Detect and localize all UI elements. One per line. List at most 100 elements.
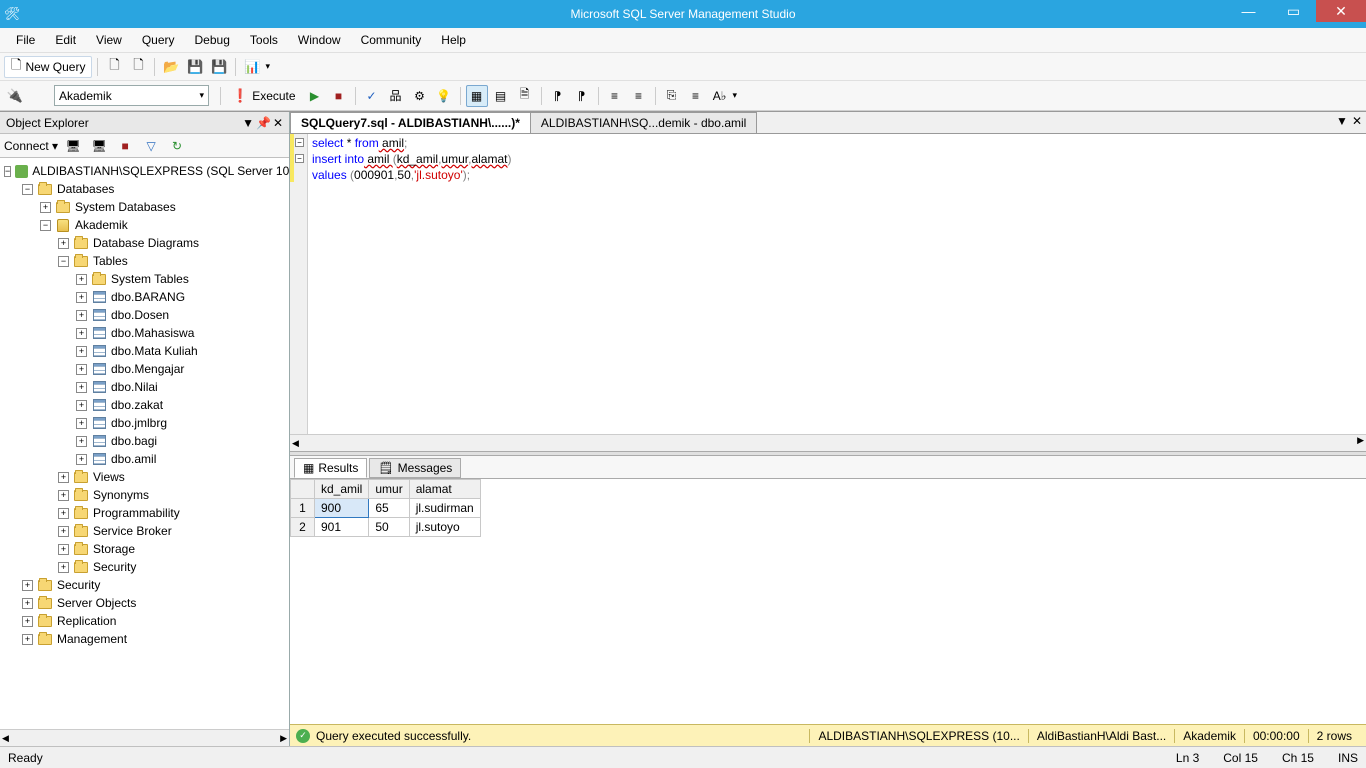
dropdown-arrow-icon[interactable]: ▾ <box>733 90 738 101</box>
tree-server-objects-node[interactable]: +Server Objects <box>0 594 289 612</box>
col-header-rownum[interactable] <box>291 480 315 499</box>
tree-tables-node[interactable]: −Tables <box>0 252 289 270</box>
object-explorer-tree[interactable]: −ALDIBASTIANH\SQLEXPRESS (SQL Server 10.… <box>0 158 289 729</box>
new-query-button[interactable]: 🗋 New Query <box>4 56 92 78</box>
menu-help[interactable]: Help <box>431 31 476 49</box>
col-header-umur[interactable]: umur <box>369 480 409 499</box>
dropdown-arrow-icon[interactable]: ▾ <box>265 61 270 72</box>
tree-table-node[interactable]: +dbo.Nilai <box>0 378 289 396</box>
oe-stop-button[interactable]: ■ <box>114 135 136 157</box>
tree-table-node[interactable]: +dbo.BARANG <box>0 288 289 306</box>
results-to-grid-button[interactable]: ▦ <box>466 85 488 107</box>
oe-refresh-button[interactable]: ↻ <box>166 135 188 157</box>
oe-filter-button[interactable]: ▽ <box>140 135 162 157</box>
tree-table-node[interactable]: +dbo.zakat <box>0 396 289 414</box>
tree-akademik-node[interactable]: −Akademik <box>0 216 289 234</box>
find-button[interactable]: A♭ <box>709 85 731 107</box>
col-header-kd-amil[interactable]: kd_amil <box>315 480 369 499</box>
close-button[interactable]: ✕ <box>1316 0 1366 22</box>
tree-systables-node[interactable]: +System Tables <box>0 270 289 288</box>
maximize-button[interactable]: ▭ <box>1271 0 1316 22</box>
oe-disconnect-button[interactable]: 🖥 <box>88 135 110 157</box>
stop-button[interactable]: ■ <box>328 85 350 107</box>
tab-amil[interactable]: ALDIBASTIANH\SQ...demik - dbo.amil <box>530 112 757 133</box>
menu-window[interactable]: Window <box>288 31 351 49</box>
tree-security2-node[interactable]: +Security <box>0 576 289 594</box>
results-to-text-button[interactable]: ▤ <box>490 85 512 107</box>
tree-diagrams-node[interactable]: +Database Diagrams <box>0 234 289 252</box>
uncomment-button[interactable]: ⁋ <box>571 85 593 107</box>
estimated-plan-button[interactable]: 品 <box>385 85 407 107</box>
database-combo[interactable]: Akademik ▾ <box>54 85 209 106</box>
open-button[interactable]: 📂 <box>160 56 182 78</box>
tree-replication-node[interactable]: +Replication <box>0 612 289 630</box>
cell-alamat[interactable]: jl.sutoyo <box>409 518 480 537</box>
sql-editor[interactable]: − − select * from amil; insert into amil… <box>290 134 1366 451</box>
increase-indent-button[interactable]: ≡ <box>628 85 650 107</box>
tree-sysdb-node[interactable]: +System Databases <box>0 198 289 216</box>
connect-dropdown[interactable]: Connect ▾ <box>4 139 58 153</box>
tab-close-icon[interactable]: ✕ <box>1352 114 1362 128</box>
cell-umur[interactable]: 50 <box>369 518 409 537</box>
cell-kd-amil[interactable]: 901 <box>315 518 369 537</box>
results-to-file-button[interactable]: 🗎 <box>514 85 536 107</box>
menu-view[interactable]: View <box>86 31 132 49</box>
menu-edit[interactable]: Edit <box>45 31 86 49</box>
fold-icon[interactable]: − <box>295 138 304 147</box>
tree-security-node[interactable]: +Security <box>0 558 289 576</box>
results-row[interactable]: 2 901 50 jl.sutoyo <box>291 518 481 537</box>
query-options-button[interactable]: ⚙ <box>409 85 431 107</box>
parse-button[interactable]: ✓ <box>361 85 383 107</box>
menu-query[interactable]: Query <box>132 31 185 49</box>
cell-alamat[interactable]: jl.sudirman <box>409 499 480 518</box>
close-icon[interactable]: ✕ <box>273 116 283 130</box>
tree-storage-node[interactable]: +Storage <box>0 540 289 558</box>
tree-table-node[interactable]: +dbo.Dosen <box>0 306 289 324</box>
pin-icon[interactable]: 📌 <box>256 116 271 130</box>
connection-button[interactable]: 🔌 <box>4 85 26 107</box>
more-indent-button[interactable]: ≡ <box>685 85 707 107</box>
tree-table-node[interactable]: +dbo.jmlbrg <box>0 414 289 432</box>
menu-file[interactable]: File <box>6 31 45 49</box>
activity-monitor-button[interactable]: 📊 <box>241 56 263 78</box>
new-project-button[interactable]: 🗋 <box>103 56 125 78</box>
tree-table-node[interactable]: +dbo.bagi <box>0 432 289 450</box>
tree-service-broker-node[interactable]: +Service Broker <box>0 522 289 540</box>
minimize-button[interactable]: — <box>1226 0 1271 22</box>
fold-icon[interactable]: − <box>295 154 304 163</box>
tree-table-node[interactable]: +dbo.Mengajar <box>0 360 289 378</box>
menu-tools[interactable]: Tools <box>240 31 288 49</box>
menu-community[interactable]: Community <box>351 31 432 49</box>
tree-server-node[interactable]: −ALDIBASTIANH\SQLEXPRESS (SQL Server 10.… <box>0 162 289 180</box>
menu-debug[interactable]: Debug <box>185 31 240 49</box>
tree-synonyms-node[interactable]: +Synonyms <box>0 486 289 504</box>
tree-table-node[interactable]: +dbo.Mahasiswa <box>0 324 289 342</box>
messages-tab[interactable]: 🗒Messages <box>369 458 461 478</box>
results-tab[interactable]: ▦Results <box>294 458 367 478</box>
save-all-button[interactable]: 💾 <box>208 56 230 78</box>
tree-programmability-node[interactable]: +Programmability <box>0 504 289 522</box>
tree-table-node[interactable]: +dbo.Mata Kuliah <box>0 342 289 360</box>
intellisense-button[interactable]: 💡 <box>433 85 455 107</box>
save-button[interactable]: 💾 <box>184 56 206 78</box>
oe-scrollbar[interactable]: ◀▶ <box>0 729 289 746</box>
results-grid[interactable]: kd_amil umur alamat 1 900 65 jl.sudirman… <box>290 478 1366 724</box>
new-item-button[interactable]: 🗋 <box>127 56 149 78</box>
execute-button[interactable]: ❗ Execute <box>226 85 302 107</box>
tree-table-node[interactable]: +dbo.amil <box>0 450 289 468</box>
decrease-indent-button[interactable]: ≡ <box>604 85 626 107</box>
results-row[interactable]: 1 900 65 jl.sudirman <box>291 499 481 518</box>
oe-connect-button[interactable]: 🖥 <box>62 135 84 157</box>
debug-button[interactable]: ▶ <box>304 85 326 107</box>
tab-sqlquery[interactable]: SQLQuery7.sql - ALDIBASTIANH\......)* <box>290 112 531 133</box>
cell-umur[interactable]: 65 <box>369 499 409 518</box>
cell-kd-amil[interactable]: 900 <box>315 499 369 518</box>
dropdown-icon[interactable]: ▼ <box>242 116 254 130</box>
tab-dropdown-icon[interactable]: ▼ <box>1336 114 1348 128</box>
tree-views-node[interactable]: +Views <box>0 468 289 486</box>
specify-values-button[interactable]: ⎘ <box>661 85 683 107</box>
tree-databases-node[interactable]: −Databases <box>0 180 289 198</box>
comment-button[interactable]: ⁋ <box>547 85 569 107</box>
tree-management-node[interactable]: +Management <box>0 630 289 648</box>
col-header-alamat[interactable]: alamat <box>409 480 480 499</box>
